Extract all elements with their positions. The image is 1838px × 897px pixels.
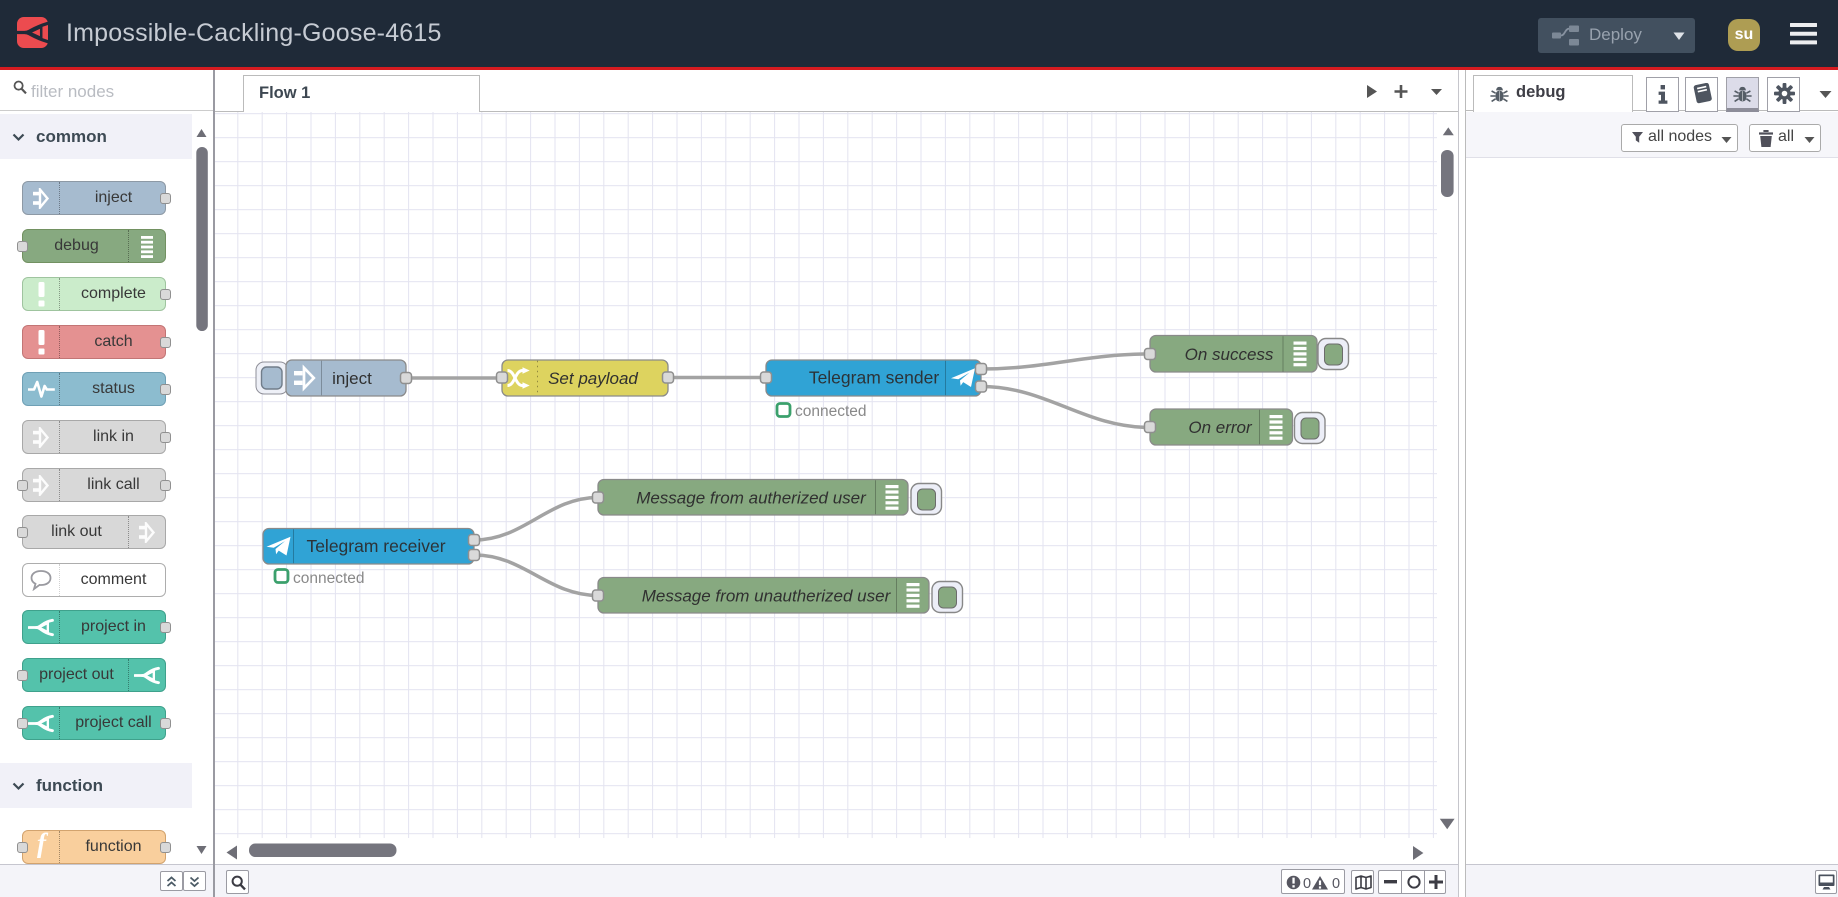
svg-text:Telegram receiver: Telegram receiver: [306, 536, 445, 556]
svg-text:0: 0: [1303, 876, 1311, 891]
svg-text:connected: connected: [293, 570, 365, 587]
svg-text:0: 0: [1332, 876, 1340, 891]
svg-text:On success: On success: [1185, 345, 1274, 364]
svg-text:On error: On error: [1188, 418, 1253, 437]
svg-text:Telegram sender: Telegram sender: [809, 368, 940, 388]
svg-text:Message from autherized user: Message from autherized user: [636, 489, 867, 508]
svg-text:Set payload: Set payload: [548, 369, 638, 388]
svg-text:inject: inject: [332, 369, 372, 388]
svg-text:Message from unautherized user: Message from unautherized user: [642, 587, 892, 606]
svg-text:connected: connected: [795, 403, 867, 420]
